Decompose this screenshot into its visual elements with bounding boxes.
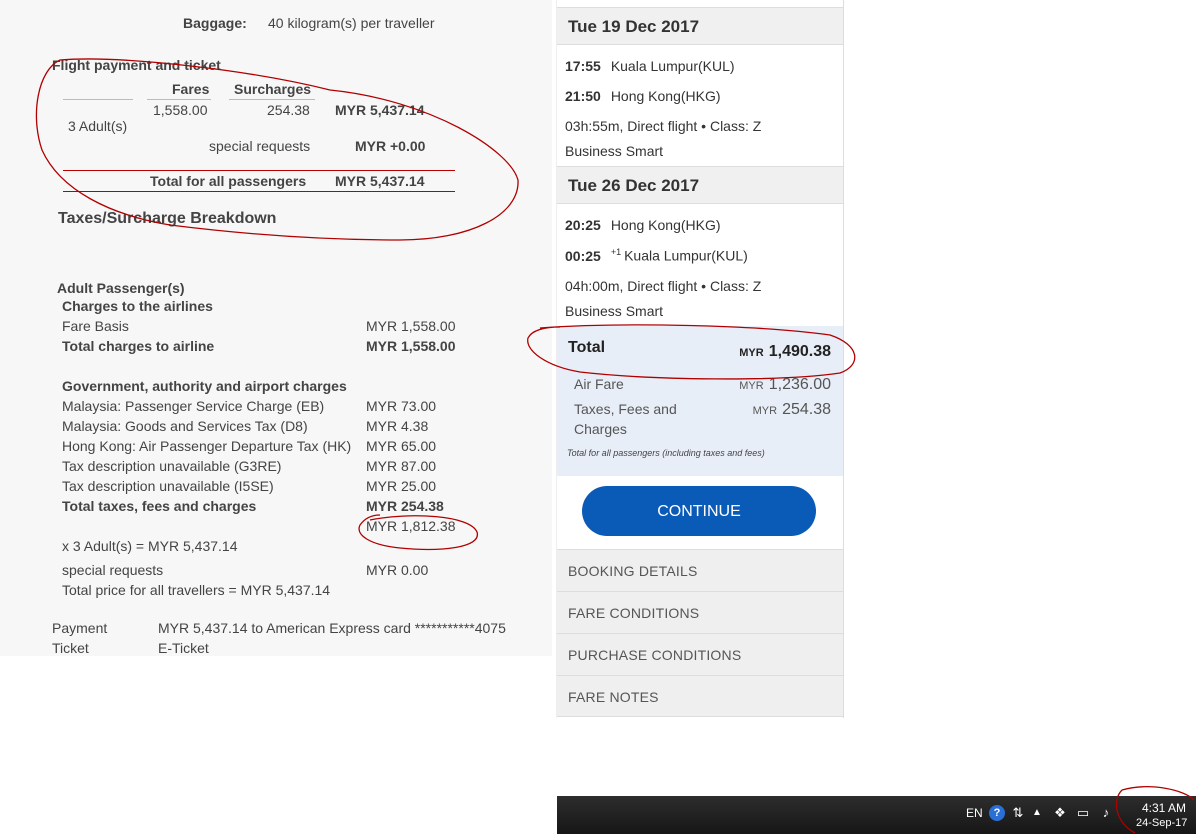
total-all-value: MYR 5,437.14 <box>335 173 425 189</box>
tax-value: MYR 73.00 <box>366 398 437 414</box>
arrival-city: Kuala Lumpur(KUL) <box>624 247 748 264</box>
total-label: Total <box>568 339 606 356</box>
arrow-up-icon[interactable]: ▲ <box>1029 805 1045 821</box>
row-total: MYR 5,437.14 <box>335 102 425 118</box>
col-fares: Fares <box>172 81 210 97</box>
divider <box>229 99 315 100</box>
accordion-booking-details[interactable]: BOOKING DETAILS <box>557 549 843 591</box>
arrival-time: 00:25 <box>565 247 601 264</box>
payment-label: Payment <box>52 620 108 636</box>
total-airline-label: Total charges to airline <box>62 338 215 354</box>
taxes-label: Taxes, Fees and <box>574 401 677 417</box>
tax-label: Malaysia: Passenger Service Charge (EB) <box>62 398 325 414</box>
divider <box>147 99 211 100</box>
outbound-fare: Business Smart <box>565 143 664 159</box>
tax-value: MYR 65.00 <box>366 438 437 454</box>
volume-icon[interactable]: ♪ <box>1098 805 1114 821</box>
air-fare-value: 1,236.00 <box>768 376 831 393</box>
departure-time: 20:25 <box>565 217 601 233</box>
tax-value: MYR 4.38 <box>366 418 429 434</box>
return-info: 04h:00m, Direct flight • Class: Z <box>565 278 762 294</box>
special-requests-value: MYR +0.00 <box>355 138 426 154</box>
payment-value: MYR 5,437.14 to American Express card **… <box>158 620 506 636</box>
total-taxes-value: MYR 254.38 <box>366 498 444 514</box>
departure-city: Hong Kong(HKG) <box>610 217 721 233</box>
windows-taskbar: EN ? ⇅ ▲ ❖ ▭ ♪ 4:31 AM 24-Sep-17 <box>557 796 1196 834</box>
currency: MYR <box>739 347 764 359</box>
departure-time: 17:55 <box>565 58 601 74</box>
outbound-departure: 17:55 Kuala Lumpur(KUL) <box>565 58 735 74</box>
help-icon[interactable]: ? <box>989 805 1005 821</box>
col-surcharges: Surcharges <box>234 81 312 97</box>
price-summary: Total MYR 1,490.38 Air Fare MYR 1,236.00 T… <box>557 326 843 476</box>
tax-value: MYR 25.00 <box>366 478 437 494</box>
tax-label: Hong Kong: Air Passenger Departure Tax (… <box>62 438 352 454</box>
adults-label: 3 Adult(s) <box>68 118 128 134</box>
total-taxes-label: Total taxes, fees and charges <box>62 498 257 514</box>
arrival-time: 21:50 <box>565 88 601 104</box>
departure-city: Kuala Lumpur(KUL) <box>610 58 735 74</box>
special-req2-value: MYR 0.00 <box>366 562 429 578</box>
tax-label: Tax description unavailable (I5SE) <box>62 478 274 494</box>
charges-airlines: Charges to the airlines <box>62 298 213 314</box>
divider <box>63 99 133 100</box>
special-req2-label: special requests <box>62 562 164 578</box>
payment-title: Flight payment and ticket <box>52 57 221 73</box>
total-all-label: Total for all passengers <box>150 173 307 189</box>
surcharge-value: 254.38 <box>267 102 310 118</box>
total-airline-value: MYR 1,558.00 <box>366 338 456 354</box>
network-icon[interactable]: ⇅ <box>1010 805 1026 821</box>
language-indicator[interactable]: EN <box>966 806 983 820</box>
tax-label: Malaysia: Goods and Services Tax (D8) <box>62 418 308 434</box>
tax-label: Tax description unavailable (G3RE) <box>62 458 282 474</box>
currency: MYR <box>752 405 778 417</box>
day-offset: +1 <box>610 247 622 257</box>
outbound-arrival: 21:50 Hong Kong(HKG) <box>565 88 721 104</box>
tax-value: MYR 87.00 <box>366 458 437 474</box>
air-fare-label: Air Fare <box>574 376 624 392</box>
gov-title: Government, authority and airport charge… <box>62 378 347 394</box>
divider <box>63 170 455 171</box>
total-note: Total for all passengers (including taxe… <box>567 448 765 458</box>
air-fare-amount: MYR 1,236.00 <box>739 376 831 394</box>
fare-basis-value: MYR 1,558.00 <box>366 318 456 334</box>
return-date: Tue 26 Dec 2017 <box>557 166 843 204</box>
return-arrival: 00:25 +1 Kuala Lumpur(KUL) <box>565 247 748 264</box>
continue-button[interactable]: CONTINUE <box>582 486 816 536</box>
divider <box>63 191 455 192</box>
return-fare: Business Smart <box>565 303 664 319</box>
clock-time[interactable]: 4:31 AM <box>1142 801 1186 815</box>
itinerary-sidebar: Tue 19 Dec 2017 17:55 Kuala Lumpur(KUL) 2… <box>556 0 844 718</box>
breakdown-title: Taxes/Surcharge Breakdown <box>58 210 277 227</box>
display-icon[interactable]: ▭ <box>1075 805 1091 821</box>
total-price: Total price for all travellers = MYR 5,4… <box>62 582 331 598</box>
fare-summary-panel: Baggage: 40 kilogram(s) per traveller Fl… <box>0 0 552 656</box>
accordion-fare-notes[interactable]: FARE NOTES <box>557 675 843 717</box>
fare-value: 1,558.00 <box>153 102 208 118</box>
accordion-fare-conditions[interactable]: FARE CONDITIONS <box>557 591 843 633</box>
x-adults: x 3 Adult(s) = MYR 5,437.14 <box>62 538 238 554</box>
dropbox-icon[interactable]: ❖ <box>1052 805 1068 821</box>
ticket-label: Ticket <box>52 640 89 656</box>
taxes-amount: MYR 254.38 <box>753 401 831 419</box>
accordion-purchase-conditions[interactable]: PURCHASE CONDITIONS <box>557 633 843 675</box>
taxes-label: Charges <box>574 421 627 437</box>
taxes-value: 254.38 <box>782 401 831 418</box>
clock-date[interactable]: 24-Sep-17 <box>1136 817 1187 829</box>
return-departure: 20:25 Hong Kong(HKG) <box>565 217 721 233</box>
currency: MYR <box>739 380 764 392</box>
outbound-date: Tue 19 Dec 2017 <box>557 7 843 45</box>
special-requests-label: special requests <box>209 138 311 154</box>
arrival-city: Hong Kong(HKG) <box>610 88 721 104</box>
baggage-label: Baggage: <box>183 15 247 31</box>
adult-passengers: Adult Passenger(s) <box>57 280 185 296</box>
baggage-value: 40 kilogram(s) per traveller <box>268 15 435 31</box>
total-amount: MYR 1,490.38 <box>739 343 831 361</box>
outbound-info: 03h:55m, Direct flight • Class: Z <box>565 118 762 134</box>
fare-basis-label: Fare Basis <box>62 318 129 334</box>
ticket-value: E-Ticket <box>158 640 209 656</box>
total-value: 1,490.38 <box>768 343 831 360</box>
per-adult-value: MYR 1,812.38 <box>366 518 456 534</box>
